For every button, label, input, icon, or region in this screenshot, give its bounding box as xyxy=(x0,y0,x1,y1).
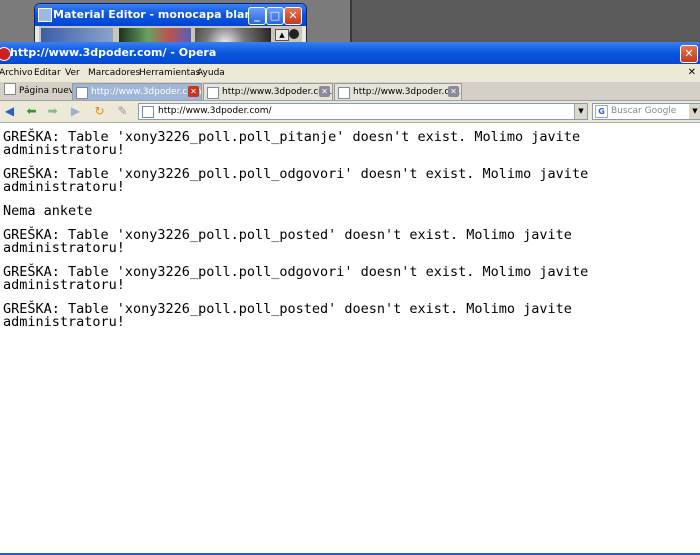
tab-label: http://www.3dpoder.co... xyxy=(353,87,462,97)
address-value: http://www.3dpoder.com/ xyxy=(158,106,272,116)
new-page-icon xyxy=(4,83,16,95)
tab-3dpoder[interactable]: http://www.3dpoder.com/ ✕ xyxy=(72,83,202,100)
reload-icon[interactable]: ↻ xyxy=(92,104,107,119)
address-dropdown-icon[interactable]: ▼ xyxy=(574,104,587,119)
tab-bar: Página nueva http://www.3dpoder.com/ ✕ h… xyxy=(0,82,700,101)
browser-title: http://www.3dpoder.com/ - Opera xyxy=(10,46,217,59)
new-page-button[interactable]: Página nueva xyxy=(4,83,80,99)
close-page-icon[interactable]: ✕ xyxy=(688,64,696,82)
site-icon xyxy=(142,106,154,118)
error-message: GREŠKA: Table 'xony3226_poll.poll_pitanj… xyxy=(3,129,581,158)
material-editor-icon xyxy=(38,8,52,22)
search-dropdown-icon[interactable]: ▼ xyxy=(689,104,700,119)
back-double-icon[interactable]: ◀ xyxy=(2,104,17,119)
close-icon[interactable]: ✕ xyxy=(284,7,302,25)
new-page-label: Página nueva xyxy=(19,86,80,96)
maximize-icon[interactable]: □ xyxy=(266,7,284,25)
menu-archivo[interactable]: Archivo xyxy=(0,64,33,82)
fast-forward-icon[interactable]: ▶ xyxy=(68,104,83,119)
edit-icon[interactable]: ✎ xyxy=(115,104,130,119)
address-field[interactable]: http://www.3dpoder.com/ ▼ xyxy=(138,103,588,120)
menu-ver[interactable]: Ver xyxy=(65,64,80,82)
background-viewport xyxy=(350,0,700,46)
search-placeholder: Buscar Google xyxy=(611,106,677,116)
search-field[interactable]: G Buscar Google ▼ xyxy=(592,103,700,120)
menu-bar: Archivo Editar Ver Marcadores Herramient… xyxy=(0,64,700,82)
page-icon xyxy=(207,87,219,99)
navigation-bar: ◀ ⬅ ➡ ▶ ↻ ✎ http://www.3dpoder.com/ ▼ GB… xyxy=(0,101,700,123)
scroll-up-icon[interactable]: ▲ xyxy=(275,29,289,41)
forward-icon[interactable]: ➡ xyxy=(45,104,60,119)
menu-herramientas[interactable]: Herramientas xyxy=(139,64,200,82)
menu-editar[interactable]: Editar xyxy=(34,64,61,82)
tab-close-icon[interactable]: ✕ xyxy=(188,86,199,97)
tab-label: http://www.3dpoder.com/ xyxy=(91,87,202,97)
no-poll-message: Nema ankete xyxy=(3,203,93,219)
page-icon xyxy=(338,87,350,99)
menu-ayuda[interactable]: Ayuda xyxy=(197,64,225,82)
error-message: GREŠKA: Table 'xony3226_poll.poll_posted… xyxy=(3,301,572,330)
browser-titlebar[interactable]: http://www.3dpoder.com/ - Opera ✕ xyxy=(0,42,700,64)
error-message: GREŠKA: Table 'xony3226_poll.poll_odgovo… xyxy=(3,166,589,195)
browser-window: http://www.3dpoder.com/ - Opera ✕ Archiv… xyxy=(0,42,700,555)
tab-label: http://www.3dpoder.co... xyxy=(222,87,333,97)
tab-close-icon[interactable]: ✕ xyxy=(448,86,459,97)
back-icon[interactable]: ⬅ xyxy=(24,104,39,119)
tab-3dpoder-3[interactable]: http://www.3dpoder.co... ✕ xyxy=(334,83,462,100)
window-close-icon[interactable]: ✕ xyxy=(680,45,698,63)
material-editor-titlebar[interactable]: Material Editor - monocapa blanco _ □ ✕ xyxy=(35,4,306,26)
material-editor-title: Material Editor - monocapa blanco xyxy=(53,8,267,21)
page-icon xyxy=(76,87,88,99)
tab-close-icon[interactable]: ✕ xyxy=(319,86,330,97)
page-content: GREŠKA: Table 'xony3226_poll.poll_pitanj… xyxy=(0,123,700,551)
error-message: GREŠKA: Table 'xony3226_poll.poll_posted… xyxy=(3,227,572,256)
sample-type-icon[interactable] xyxy=(289,29,299,39)
minimize-icon[interactable]: _ xyxy=(248,7,266,25)
tab-3dpoder-2[interactable]: http://www.3dpoder.co... ✕ xyxy=(203,83,333,100)
error-message: GREŠKA: Table 'xony3226_poll.poll_odgovo… xyxy=(3,264,589,293)
menu-marcadores[interactable]: Marcadores xyxy=(88,64,140,82)
google-icon: G xyxy=(595,105,608,118)
